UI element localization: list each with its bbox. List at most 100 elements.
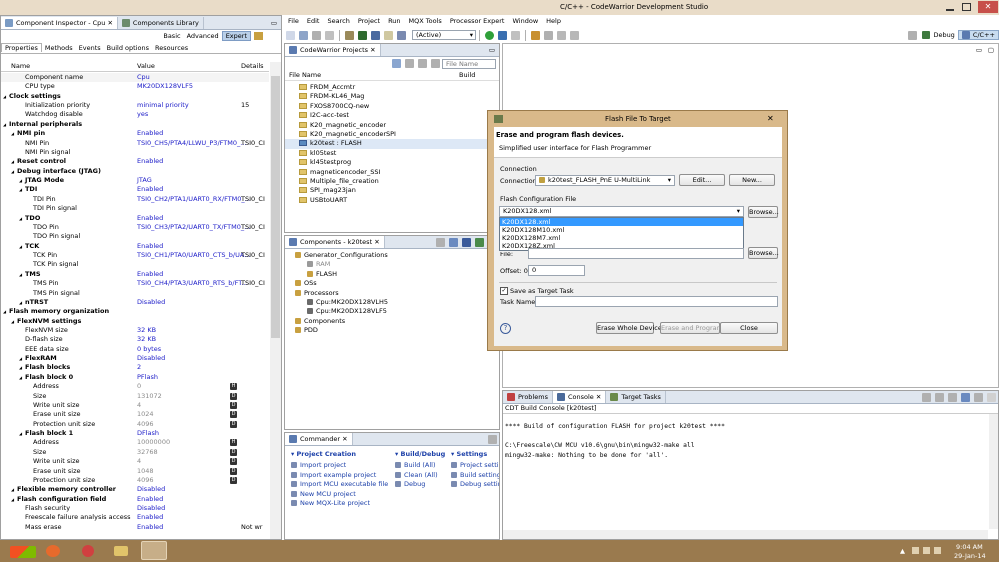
clock-time[interactable]: 9:04 AM <box>956 543 983 551</box>
property-row[interactable]: Initialization priority minimal priority 1… <box>1 101 269 110</box>
console-hscrollbar[interactable] <box>503 530 988 539</box>
property-value[interactable]: Enabled <box>137 185 163 194</box>
scroll-lock-icon[interactable] <box>935 392 944 402</box>
property-row[interactable]: Protection unit size 4096 D <box>1 476 269 485</box>
add-component-icon[interactable] <box>449 237 458 247</box>
save-icon[interactable] <box>299 30 308 40</box>
property-row[interactable]: ◢ Internal peripherals <box>1 120 269 129</box>
expand-toggle-icon[interactable]: ◢ <box>19 214 22 223</box>
subtab-events[interactable]: Events <box>76 44 104 52</box>
component-item[interactable]: Processors <box>285 289 499 298</box>
value-format-icon[interactable]: D <box>230 448 237 456</box>
property-row[interactable]: ◢ TMS Enabled <box>1 270 269 279</box>
property-row[interactable]: ◢ Flash block 1 DFlash <box>1 429 269 438</box>
property-row[interactable]: TDO Pin signal <box>1 232 269 241</box>
expand-toggle-icon[interactable]: ◢ <box>19 363 22 372</box>
value-format-icon[interactable]: D <box>230 392 237 400</box>
project-item[interactable]: SPI_mag23jan <box>285 186 499 195</box>
property-value[interactable]: 32 KB <box>137 335 156 344</box>
property-row[interactable]: TCK Pin signal <box>1 260 269 269</box>
new-icon[interactable] <box>286 30 295 40</box>
expand-toggle-icon[interactable]: ◢ <box>19 373 22 382</box>
maximize-editor-icon[interactable]: ▢ <box>988 46 994 54</box>
forward-icon[interactable] <box>570 30 579 40</box>
file-name-filter[interactable]: File Name <box>442 58 496 69</box>
menu-help[interactable]: Help <box>542 17 565 25</box>
build-config-icon[interactable] <box>358 30 367 40</box>
tab-component-inspector[interactable]: Component Inspector - Cpu ✕ <box>1 16 118 29</box>
minimize-editor-icon[interactable]: ▭ <box>976 46 982 54</box>
debug-icon[interactable] <box>498 30 507 40</box>
columns-icon[interactable] <box>254 32 263 40</box>
perspective-debug[interactable]: Debug <box>919 31 957 39</box>
external-tools-icon[interactable] <box>511 30 520 40</box>
new-connection-button[interactable]: New... <box>729 174 775 186</box>
tab-codewarrior-projects[interactable]: CodeWarrior Projects ✕ <box>285 44 381 56</box>
processor-expert-icon[interactable] <box>397 30 406 40</box>
value-format-icon[interactable]: D <box>230 411 237 419</box>
close-tab-icon[interactable]: ✕ <box>374 238 379 246</box>
expand-toggle-icon[interactable]: ◢ <box>19 354 22 363</box>
property-value[interactable]: 0 bytes <box>137 345 161 354</box>
browse-file-button[interactable]: Browse... <box>748 247 779 259</box>
commander-link[interactable]: New MCU project <box>291 490 391 500</box>
property-value[interactable]: 4 <box>137 401 141 410</box>
property-row[interactable]: ◢ Flash block 0 PFlash <box>1 373 269 382</box>
property-value[interactable]: minimal priority <box>137 101 189 110</box>
property-value[interactable]: MK20DX128VLF5 <box>137 82 193 91</box>
filter-icon[interactable] <box>418 59 427 68</box>
minimize-icon[interactable] <box>946 8 954 11</box>
back-icon[interactable] <box>557 30 566 40</box>
value-format-icon[interactable]: D <box>230 420 237 428</box>
property-row[interactable]: ◢ NMI pin Enabled <box>1 129 269 138</box>
property-row[interactable]: TMS Pin TSI0_CH4/PTA3/UART0_RTS_b/FT... TS… <box>1 279 269 288</box>
property-row[interactable]: Component name Cpu <box>1 73 269 83</box>
property-row[interactable]: ◢ TDO Enabled <box>1 214 269 223</box>
property-value[interactable]: Enabled <box>137 242 163 251</box>
close-tab-icon[interactable]: ✕ <box>342 435 347 443</box>
property-row[interactable]: ◢ TDI Enabled <box>1 185 269 194</box>
property-row[interactable]: ◢ JTAG Mode JTAG <box>1 176 269 185</box>
value-format-icon[interactable]: D <box>230 458 237 466</box>
tray-flag-icon[interactable] <box>912 547 919 554</box>
property-row[interactable]: ◢ Clock settings <box>1 92 269 101</box>
property-row[interactable]: TCK Pin TSI0_CH1/PTA0/UART0_CTS_b/UA... TS… <box>1 251 269 260</box>
value-format-icon[interactable]: D <box>230 467 237 475</box>
property-value[interactable]: 0 <box>137 382 141 391</box>
property-value[interactable]: 2 <box>137 363 141 372</box>
dropdown-option[interactable]: K20DX128.xml <box>500 218 743 226</box>
tab-components-library[interactable]: Components Library <box>118 16 204 29</box>
property-row[interactable]: Freescale failure analysis access Enabled <box>1 513 269 522</box>
commander-link[interactable]: Project settings <box>451 461 499 471</box>
mode-basic[interactable]: Basic <box>160 32 183 40</box>
component-item[interactable]: Cpu:MK20DX128VLH5 <box>285 298 499 307</box>
property-value[interactable]: TSI0_CH2/PTA1/UART0_RX/FTM0_... <box>137 195 251 204</box>
console-clear-icon[interactable] <box>922 392 931 402</box>
console-vscrollbar[interactable] <box>989 414 998 529</box>
commander-section-header[interactable]: ▾ Build/Debug <box>395 450 451 461</box>
commander-link[interactable]: Import MCU executable file <box>291 480 391 490</box>
firefox-icon[interactable] <box>46 545 60 557</box>
property-value[interactable]: TSI0_CH4/PTA3/UART0_RTS_b/FT... <box>137 279 248 288</box>
property-row[interactable]: Mass erase Enabled Not wr <box>1 523 269 532</box>
abc-icon[interactable] <box>384 30 393 40</box>
collapse-icon[interactable] <box>436 237 445 247</box>
value-format-icon[interactable]: D <box>230 401 237 409</box>
project-item[interactable]: k20test : FLASH <box>285 139 499 149</box>
property-row[interactable]: FlexNVM size 32 KB <box>1 326 269 335</box>
menu-processor-expert[interactable]: Processor Expert <box>446 17 509 25</box>
search-icon[interactable] <box>531 30 540 40</box>
commander-link[interactable]: Build (All) <box>395 461 451 471</box>
property-row[interactable]: ◢ FlexNVM settings <box>1 317 269 326</box>
project-item[interactable]: FRDM_Accmtr <box>285 83 499 92</box>
component-item[interactable]: Components <box>285 317 499 326</box>
project-item[interactable]: FRDM-KL46_Mag <box>285 92 499 101</box>
link-editor-icon[interactable] <box>392 59 401 68</box>
expand-toggle-icon[interactable]: ◢ <box>3 92 6 101</box>
close-window-button[interactable]: ✕ <box>978 1 998 13</box>
property-row[interactable]: TDO Pin TSI0_CH3/PTA2/UART0_TX/FTM0_... TS… <box>1 223 269 232</box>
property-row[interactable]: Address 10000000 H <box>1 438 269 447</box>
processor-view-icon[interactable] <box>475 237 484 247</box>
dropdown-option[interactable]: K20DX128M7.xml <box>500 234 743 242</box>
property-value[interactable]: Enabled <box>137 495 163 504</box>
